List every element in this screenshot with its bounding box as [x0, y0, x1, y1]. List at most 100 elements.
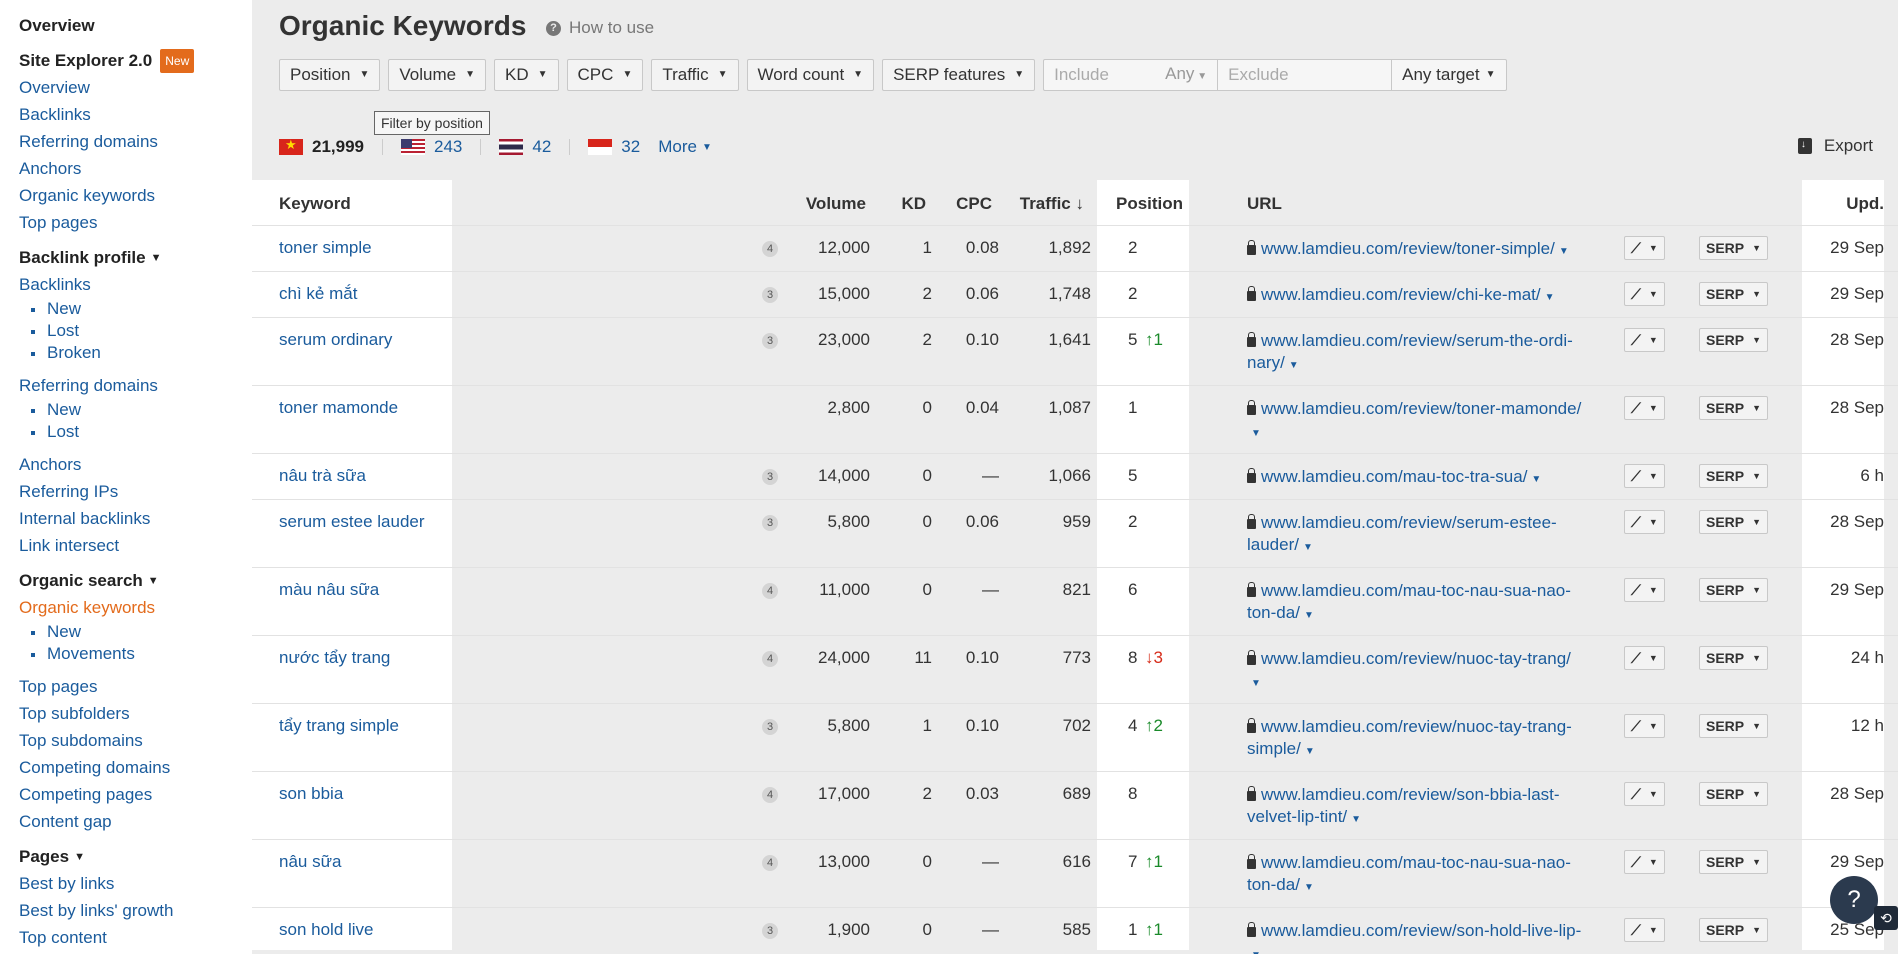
sidebar-item-top-subdomains[interactable]: Top subdomains [19, 727, 252, 754]
exclude-input[interactable]: Exclude [1218, 60, 1393, 90]
sidebar-item-backlinks[interactable]: Backlinks [19, 271, 252, 298]
keyword-link[interactable]: nước tẩy trang [279, 648, 390, 668]
sidebar-subitem-organic-movements[interactable]: Movements [19, 643, 252, 665]
serp-features-count-badge[interactable]: 4 [762, 241, 778, 257]
sidebar-subitem-backlinks-new[interactable]: New [19, 298, 252, 320]
ranking-url[interactable]: www.lamdieu.com/review/nuoc-tay-trang-si… [1247, 716, 1595, 763]
sidebar-item-anchors[interactable]: Anchors [19, 155, 252, 182]
serp-button[interactable]: SERP ▼ [1699, 396, 1769, 420]
ranking-url[interactable]: www.lamdieu.com/review/son-bbia-last-vel… [1247, 784, 1595, 831]
serp-features-count-badge[interactable]: 3 [762, 287, 778, 303]
serp-button[interactable]: SERP ▼ [1699, 464, 1769, 488]
keyword-link[interactable]: serum estee lauder [279, 512, 425, 532]
keyword-link[interactable]: nâu sữa [279, 852, 341, 872]
serp-button[interactable]: SERP ▼ [1699, 714, 1769, 738]
sidebar-item-backlinks[interactable]: Backlinks [19, 101, 252, 128]
pages-heading[interactable]: Pages ▼ [19, 843, 252, 870]
extension-icon[interactable]: ⟲ [1874, 906, 1898, 930]
trend-chart-button[interactable]: ⟋ ▼ [1624, 714, 1665, 738]
header-keyword[interactable]: Keyword [279, 194, 351, 214]
caret-down-icon[interactable]: ▼ [1289, 360, 1299, 371]
serp-features-count-badge[interactable]: 4 [762, 855, 778, 871]
serp-features-count-badge[interactable]: 4 [762, 583, 778, 599]
serp-features-count-badge[interactable]: 3 [762, 469, 778, 485]
organic-search-heading[interactable]: Organic search ▼ [19, 567, 252, 594]
serp-features-count-badge[interactable]: 3 [762, 923, 778, 939]
caret-down-icon[interactable]: ▼ [1545, 292, 1555, 303]
header-updated[interactable]: Upd. [1846, 194, 1884, 214]
serp-button[interactable]: SERP ▼ [1699, 328, 1769, 352]
trend-chart-button[interactable]: ⟋ ▼ [1624, 282, 1665, 306]
sidebar-item-overview[interactable]: Overview [19, 74, 252, 101]
caret-down-icon[interactable]: ▼ [1531, 474, 1541, 485]
trend-chart-button[interactable]: ⟋ ▼ [1624, 646, 1665, 670]
trend-chart-button[interactable]: ⟋ ▼ [1624, 918, 1665, 942]
serp-button[interactable]: SERP ▼ [1699, 282, 1769, 306]
caret-down-icon[interactable]: ▼ [1559, 246, 1569, 257]
keyword-link[interactable]: serum ordinary [279, 330, 392, 350]
country-id[interactable]: 32 [588, 137, 640, 157]
filter-cpc-button[interactable]: CPC ▼ [566, 59, 644, 91]
country-vn[interactable]: 21,999 [279, 137, 364, 157]
caret-down-icon[interactable]: ▼ [1303, 542, 1313, 553]
serp-button[interactable]: SERP ▼ [1699, 918, 1769, 942]
serp-button[interactable]: SERP ▼ [1699, 850, 1769, 874]
caret-down-icon[interactable]: ▼ [1351, 814, 1361, 825]
keyword-link[interactable]: nâu trà sữa [279, 466, 366, 486]
trend-chart-button[interactable]: ⟋ ▼ [1624, 396, 1665, 420]
serp-features-count-badge[interactable]: 4 [762, 787, 778, 803]
header-url[interactable]: URL [1247, 194, 1282, 214]
sidebar-subitem-backlinks-broken[interactable]: Broken [19, 342, 252, 364]
caret-down-icon[interactable]: ▼ [1251, 678, 1261, 689]
filter-traffic-button[interactable]: Traffic ▼ [651, 59, 739, 91]
trend-chart-button[interactable]: ⟋ ▼ [1624, 578, 1665, 602]
serp-button[interactable]: SERP ▼ [1699, 578, 1769, 602]
sidebar-subitem-refdomains-new[interactable]: New [19, 399, 252, 421]
backlink-profile-heading[interactable]: Backlink profile ▼ [19, 244, 252, 271]
caret-down-icon[interactable]: ▼ [1251, 950, 1261, 954]
sidebar-item-internal-backlinks[interactable]: Internal backlinks [19, 505, 252, 532]
caret-down-icon[interactable]: ▼ [1304, 610, 1314, 621]
ranking-url[interactable]: www.lamdieu.com/review/toner-simple/ ▼ [1247, 238, 1595, 263]
sidebar-item-link-intersect[interactable]: Link intersect [19, 532, 252, 559]
keyword-link[interactable]: toner simple [279, 238, 372, 258]
trend-chart-button[interactable]: ⟋ ▼ [1624, 782, 1665, 806]
ranking-url[interactable]: www.lamdieu.com/review/son-hold-live-lip… [1247, 920, 1595, 954]
filter-word-count-button[interactable]: Word count ▼ [746, 59, 875, 91]
header-position[interactable]: Position [1116, 194, 1183, 214]
ranking-url[interactable]: www.lamdieu.com/mau-toc-tra-sua/▼ [1247, 466, 1595, 491]
keyword-link[interactable]: toner mamonde [279, 398, 398, 418]
sidebar-item-referring-ips[interactable]: Referring IPs [19, 478, 252, 505]
filter-kd-button[interactable]: KD ▼ [494, 59, 559, 91]
how-to-use-link[interactable]: ? How to use [546, 18, 654, 38]
help-button[interactable]: ? [1830, 876, 1878, 924]
serp-button[interactable]: SERP ▼ [1699, 510, 1769, 534]
header-kd[interactable]: KD [901, 194, 926, 214]
keyword-link[interactable]: chì kẻ mắt [279, 284, 357, 304]
any-target-select[interactable]: Any target ▼ [1392, 60, 1505, 90]
sidebar-item-top-pages[interactable]: Top pages [19, 673, 252, 700]
trend-chart-button[interactable]: ⟋ ▼ [1624, 850, 1665, 874]
trend-chart-button[interactable]: ⟋ ▼ [1624, 328, 1665, 352]
sidebar-item-organic-keywords[interactable]: Organic keywords [19, 182, 252, 209]
header-volume[interactable]: Volume [806, 194, 866, 214]
header-traffic[interactable]: Traffic ↓ [1020, 194, 1084, 214]
keyword-link[interactable]: son bbia [279, 784, 343, 804]
ranking-url[interactable]: www.lamdieu.com/mau-toc-nau-sua-nao-ton-… [1247, 852, 1595, 899]
sidebar-item-referring-domains[interactable]: Referring domains [19, 128, 252, 155]
more-countries-button[interactable]: More ▼ [658, 137, 712, 157]
sidebar-overview-heading[interactable]: Overview [19, 12, 252, 39]
caret-down-icon[interactable]: ▼ [1305, 746, 1315, 757]
sidebar-item-best-by-links[interactable]: Best by links [19, 870, 252, 897]
filter-volume-button[interactable]: Volume ▼ [388, 59, 486, 91]
sidebar-item-organic-keywords-active[interactable]: Organic keywords [19, 594, 252, 621]
sidebar-item-anchors[interactable]: Anchors [19, 451, 252, 478]
sidebar-item-referring-domains[interactable]: Referring domains [19, 372, 252, 399]
caret-down-icon[interactable]: ▼ [1304, 882, 1314, 893]
include-mode-select[interactable]: Any ▼ [1165, 59, 1207, 92]
trend-chart-button[interactable]: ⟋ ▼ [1624, 236, 1665, 260]
ranking-url[interactable]: www.lamdieu.com/review/serum-the-ordi-na… [1247, 330, 1595, 377]
sidebar-item-top-subfolders[interactable]: Top subfolders [19, 700, 252, 727]
sidebar-item-content-gap[interactable]: Content gap [19, 808, 252, 835]
keyword-link[interactable]: màu nâu sữa [279, 580, 379, 600]
